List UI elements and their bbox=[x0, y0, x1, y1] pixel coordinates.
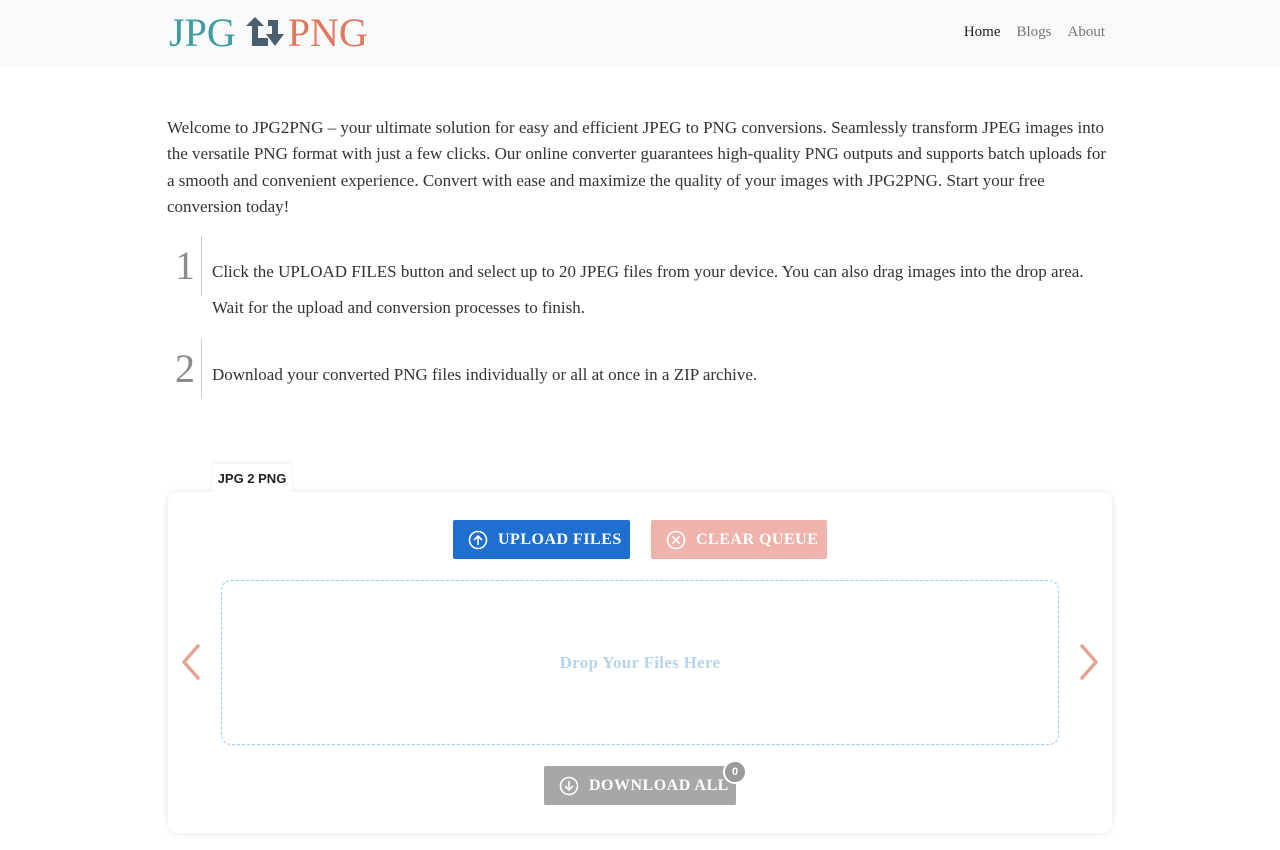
convert-arrows-icon bbox=[242, 10, 292, 56]
main-nav: Home Blogs About bbox=[964, 24, 1105, 41]
converter-card: UPLOAD FILES CLEAR QUEUE Drop Your Files… bbox=[168, 492, 1112, 833]
x-circle-icon bbox=[666, 530, 686, 549]
arrow-up-circle-icon bbox=[468, 530, 488, 549]
download-all-label: DOWNLOAD ALL bbox=[589, 776, 729, 794]
download-all-button[interactable]: DOWNLOAD ALL bbox=[544, 766, 736, 805]
logo[interactable]: JPG PNG bbox=[169, 10, 368, 56]
drop-zone[interactable]: Drop Your Files Here bbox=[221, 580, 1059, 745]
site-header: JPG PNG Home Blogs About bbox=[0, 0, 1280, 67]
upload-files-button[interactable]: UPLOAD FILES bbox=[453, 520, 630, 559]
converter-tab[interactable]: JPG 2 PNG bbox=[212, 464, 292, 494]
step-2: 2 Download your converted PNG files indi… bbox=[167, 339, 1113, 399]
step-1: 1 Click the UPLOAD FILES button and sele… bbox=[167, 236, 1113, 326]
step-text: Download your converted PNG files indivi… bbox=[212, 365, 758, 384]
nav-home-link[interactable]: Home bbox=[964, 24, 1001, 41]
clear-queue-label: CLEAR QUEUE bbox=[696, 530, 819, 548]
step-number: 1 bbox=[167, 236, 202, 296]
chevron-right-icon[interactable] bbox=[1074, 640, 1104, 684]
intro-paragraph: Welcome to JPG2PNG – your ultimate solut… bbox=[167, 118, 1107, 217]
step-number: 2 bbox=[167, 339, 202, 399]
step-text: Click the UPLOAD FILES button and select… bbox=[212, 262, 1084, 317]
arrow-down-circle-icon bbox=[559, 776, 579, 795]
download-count-badge: 0 bbox=[723, 760, 747, 784]
logo-png-text: PNG bbox=[287, 10, 368, 55]
upload-files-label: UPLOAD FILES bbox=[498, 530, 622, 548]
drop-zone-text: Drop Your Files Here bbox=[559, 653, 721, 672]
logo-jpg-text: JPG bbox=[169, 10, 236, 55]
clear-queue-button[interactable]: CLEAR QUEUE bbox=[651, 520, 827, 559]
chevron-left-icon[interactable] bbox=[176, 640, 206, 684]
nav-blogs-link[interactable]: Blogs bbox=[1016, 24, 1051, 41]
nav-about-link[interactable]: About bbox=[1068, 24, 1106, 41]
